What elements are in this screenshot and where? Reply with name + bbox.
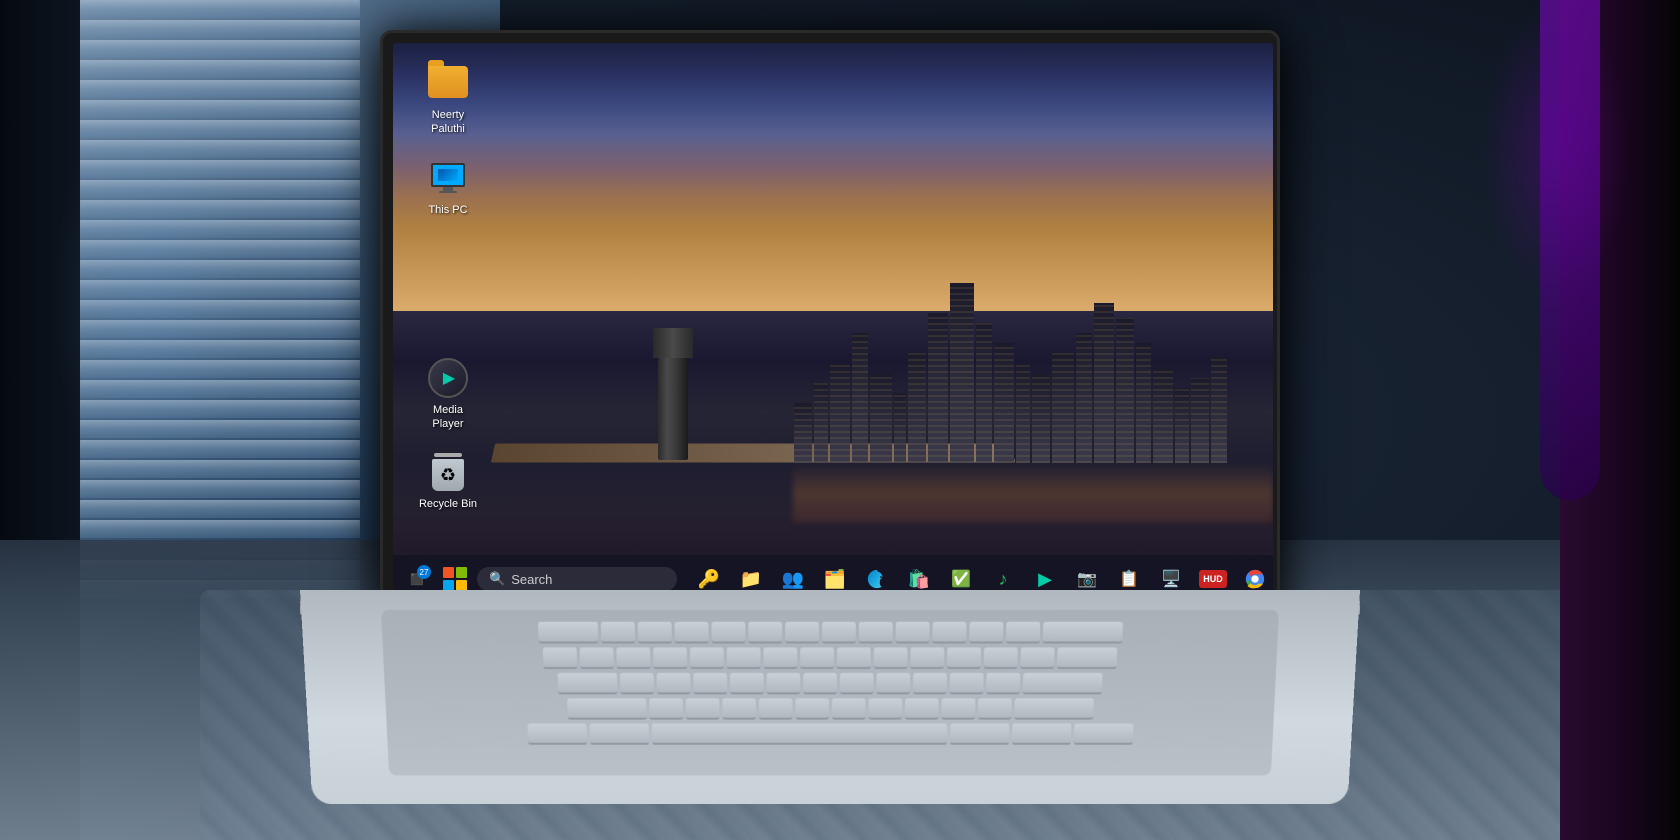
teams-icon: 👥 xyxy=(782,569,804,590)
laptop-keyboard-area xyxy=(300,590,1360,804)
media-player-label: Media Player xyxy=(413,402,483,433)
notification-badge: 27 xyxy=(417,565,431,579)
this-pc-icon-item[interactable]: This PC xyxy=(413,158,483,218)
search-box[interactable]: 🔍 Search xyxy=(477,567,677,591)
media-icon: ▶ xyxy=(1038,569,1052,590)
laptop-screen[interactable]: Neerty Paluthi xyxy=(393,43,1273,603)
keyboard-body xyxy=(381,610,1279,776)
rdp-icon: 🖥️ xyxy=(1161,569,1181,589)
folder-icon-item[interactable]: Neerty Paluthi xyxy=(413,63,483,138)
file-explorer-icon: 📁 xyxy=(740,569,762,590)
folder2-icon: 🗂️ xyxy=(824,569,846,590)
window-blinds xyxy=(80,0,360,620)
desktop-icons: Neerty Paluthi xyxy=(413,63,483,513)
photo-background: Neerty Paluthi xyxy=(0,0,1680,840)
recycle-bin-icon-item[interactable]: ♻ Recycle Bin xyxy=(413,452,483,512)
recycle-bin-label: Recycle Bin xyxy=(416,496,480,512)
city-skyline xyxy=(793,263,1273,463)
win-square-2 xyxy=(456,567,467,578)
bitwarden-icon: 🔑 xyxy=(698,569,720,590)
wallpaper xyxy=(393,43,1273,603)
app1-icon: 📷 xyxy=(1077,569,1097,589)
chrome-icon xyxy=(1244,568,1266,590)
win-square-1 xyxy=(443,567,454,578)
right-accent xyxy=(1540,0,1600,500)
media-player-icon-item[interactable]: ▶ Media Player xyxy=(413,358,483,433)
search-label: Search xyxy=(511,572,552,587)
monitor-icon xyxy=(428,158,468,198)
edge-icon xyxy=(866,568,888,590)
media-player-icon: ▶ xyxy=(428,358,468,398)
hud-icon: HUD xyxy=(1199,570,1227,588)
spotify-icon: ♪ xyxy=(999,569,1008,590)
laptop-container: Neerty Paluthi xyxy=(380,30,1320,810)
folder-label: Neerty Paluthi xyxy=(428,107,468,138)
recycle-bin-icon: ♻ xyxy=(428,452,468,492)
this-pc-label: This PC xyxy=(425,202,470,218)
lighthouse xyxy=(658,328,688,448)
search-icon: 🔍 xyxy=(489,571,505,587)
tasks-icon: ✅ xyxy=(951,569,971,589)
city-lights-glow xyxy=(793,463,1273,523)
notepad-icon: 📋 xyxy=(1119,569,1139,589)
folder-icon xyxy=(428,63,468,103)
laptop-screen-bezel: Neerty Paluthi xyxy=(380,30,1280,620)
store-icon: 🛍️ xyxy=(908,569,930,590)
windows-logo xyxy=(443,567,467,591)
